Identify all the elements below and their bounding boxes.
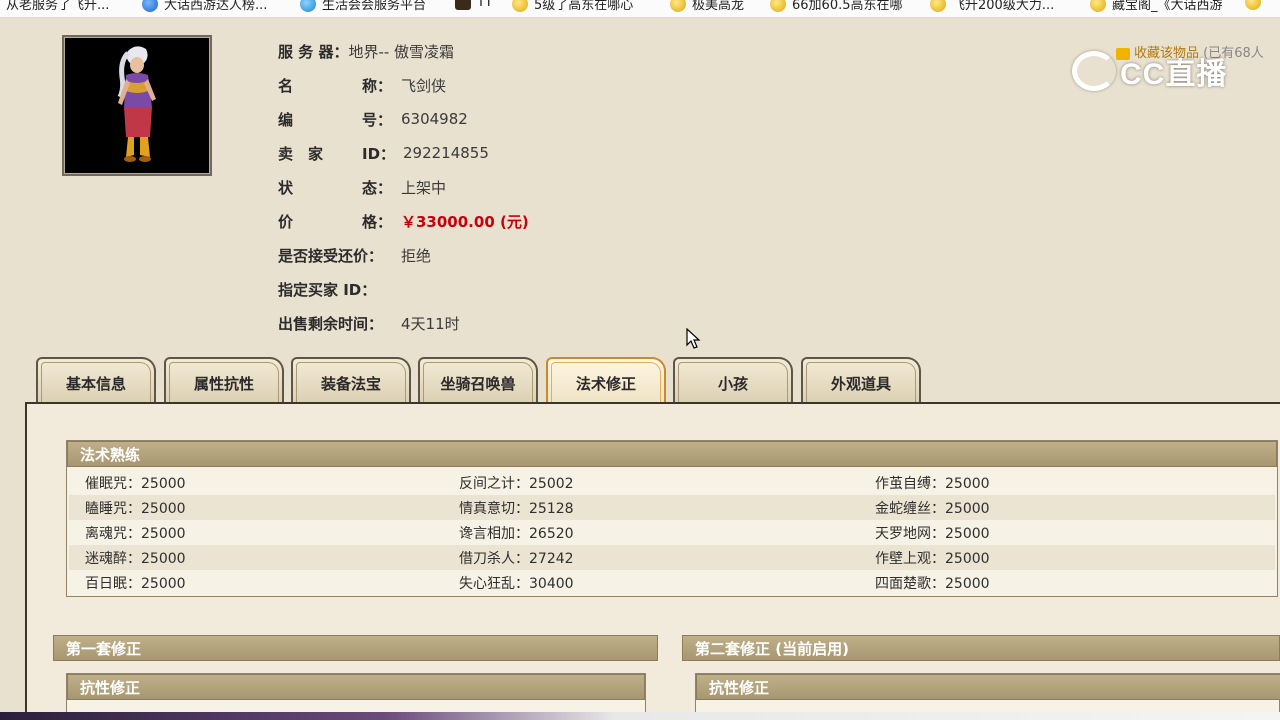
price-value: ￥33000.00 (元): [401, 212, 529, 231]
star-icon: [770, 0, 786, 12]
set2-header: 第二套修正 (当前启用): [682, 635, 1280, 661]
logo-mark-icon: [1072, 51, 1116, 91]
time-row: 出售剩余时间： 4天11时: [278, 314, 460, 333]
price-row: 价 格： ￥33000.00 (元): [278, 212, 529, 231]
bookmark-item[interactable]: 从老服务了飞升...: [6, 0, 109, 13]
bookmark-item[interactable]: 生活会会服务平台: [300, 0, 426, 13]
bookmark-item[interactable]: 藏宝阁_《大话西游: [1090, 0, 1223, 13]
bookmarks-bar: 从老服务了飞升... 大话西游达人榜... 生活会会服务平台 TT 5级了高东在…: [0, 0, 1280, 18]
set1-header: 第一套修正: [53, 635, 658, 661]
tab-appearance[interactable]: 外观道具: [801, 357, 921, 403]
character-portrait: [62, 35, 212, 176]
cc-live-logo: CC直播: [1072, 50, 1227, 92]
bookmark-item[interactable]: 飞升200级大力...: [930, 0, 1054, 13]
tab-spell-correction[interactable]: 法术修正: [546, 357, 666, 403]
bookmark-item[interactable]: TT: [455, 0, 493, 10]
bookmark-item[interactable]: 66加60.5高东在哪: [770, 0, 903, 13]
bargain-row: 是否接受还价： 拒绝: [278, 246, 432, 265]
table-row: 迷魂醉：25000 借刀杀人：27242 作壁上观：25000: [69, 545, 1275, 570]
bookmark-item[interactable]: [1245, 0, 1267, 10]
time-left-value: 4天11时: [401, 314, 460, 333]
set1-resistance-header: 抗性修正: [67, 674, 645, 700]
character-figure-image: [117, 46, 156, 162]
bottom-strip: [0, 712, 1280, 720]
server-label: 服 务 器：: [278, 42, 349, 61]
table-row: 瞌睡咒：25000 情真意切：25128 金蛇缠丝：25000: [69, 495, 1275, 520]
tab-equipment[interactable]: 装备法宝: [291, 357, 411, 403]
status-row: 状 态： 上架中: [278, 178, 447, 197]
id-value: 6304982: [401, 110, 468, 128]
star-icon: [930, 0, 946, 12]
table-row: 百日眠：25000 失心狂乱：30400 四面楚歌：25000: [85, 575, 990, 592]
name-row: 名 称： 飞剑侠: [278, 76, 447, 95]
star-icon: [1245, 0, 1261, 10]
server-row: 服 务 器： 地界-- 傲雪凌霜: [278, 40, 454, 62]
star-icon: [1090, 0, 1106, 12]
id-row: 编 号： 6304982: [278, 110, 468, 129]
star-icon: [512, 0, 528, 12]
tab-basic-info[interactable]: 基本信息: [36, 357, 156, 403]
bargain-value: 拒绝: [401, 246, 432, 265]
globe-icon: [142, 0, 158, 12]
buyer-row: 指定买家 ID：: [278, 280, 377, 299]
tab-mounts-summons[interactable]: 坐骑召唤兽: [418, 357, 538, 403]
server-value: 地界-- 傲雪凌霜: [348, 42, 455, 61]
skills-header: 法术熟练: [67, 441, 1277, 467]
mouse-cursor-icon: [686, 328, 701, 349]
set2-resistance-header: 抗性修正: [696, 674, 1280, 700]
star-icon: [670, 0, 686, 12]
game-icon: [455, 0, 471, 10]
seller-row: 卖 家 ID： 292214855: [278, 144, 489, 163]
table-row: 催眠咒：25000 反间之计：25002 作茧自缚：25000: [85, 475, 990, 492]
bookmark-item[interactable]: 极美高龙: [670, 0, 744, 13]
tab-attributes[interactable]: 属性抗性: [164, 357, 284, 403]
bookmark-item[interactable]: 5级了高东在哪心: [512, 0, 633, 13]
status-value: 上架中: [401, 178, 447, 197]
globe-icon: [300, 0, 316, 12]
skills-section: 法术熟练 催眠咒：25000 反间之计：25002 作茧自缚：25000 瞌睡咒…: [66, 440, 1278, 597]
tab-children[interactable]: 小孩: [673, 357, 793, 403]
seller-id-value: 292214855: [403, 144, 489, 162]
table-row: 离魂咒：25000 谗言相加：26520 天罗地网：25000: [85, 525, 990, 542]
name-value: 飞剑侠: [401, 76, 447, 95]
bookmark-item[interactable]: 大话西游达人榜...: [142, 0, 267, 13]
